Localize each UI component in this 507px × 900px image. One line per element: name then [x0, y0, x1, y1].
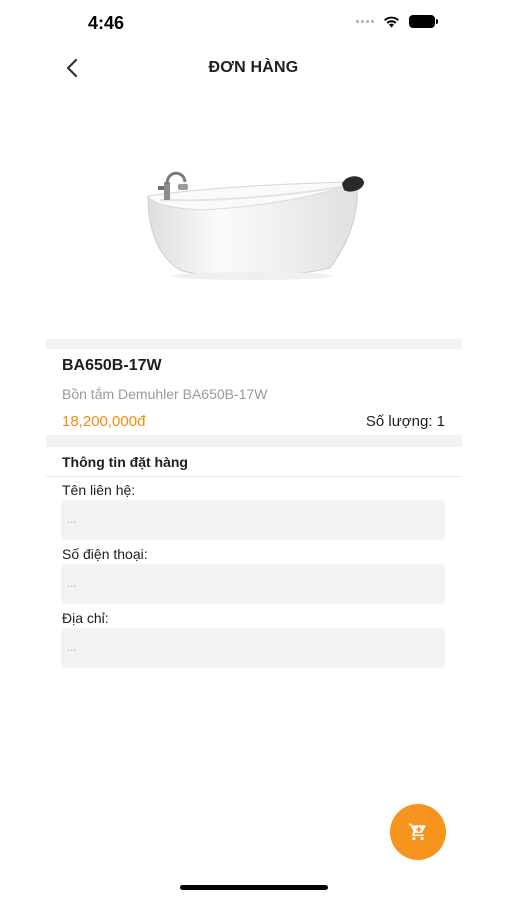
contact-name-label: Tên liên hệ: [62, 482, 136, 498]
product-quantity: Số lượng: 1 [365, 413, 445, 430]
signal-icon [356, 20, 374, 23]
nav-bar: ĐƠN HÀNG [0, 48, 507, 88]
product-info-card: BA650B-17W Bồn tắm Demuhler BA650B-17W 1… [46, 349, 462, 435]
product-price: 18,200,000đ [62, 413, 146, 430]
wifi-icon [384, 16, 399, 28]
bathtub-image [147, 171, 364, 280]
section-divider [46, 435, 462, 447]
product-code: BA650B-17W [62, 357, 162, 374]
home-indicator [180, 885, 328, 890]
address-input[interactable] [61, 628, 445, 668]
order-info-title: Thông tin đặt hàng [62, 454, 188, 470]
status-bar: 4:46 [0, 0, 507, 48]
cart-button[interactable] [390, 804, 446, 860]
battery-icon [409, 15, 438, 28]
address-label: Địa chỉ: [62, 610, 109, 626]
section-line [46, 476, 462, 477]
phone-label: Số điện thoại: [62, 546, 148, 562]
status-time: 4:46 [88, 13, 125, 33]
phone-input[interactable] [61, 564, 445, 604]
status-icons [356, 15, 438, 28]
section-divider [46, 339, 462, 349]
contact-name-input[interactable] [61, 500, 445, 540]
cart-icon [408, 823, 426, 841]
product-name: Bồn tắm Demuhler BA650B-17W [62, 386, 268, 402]
page-title: ĐƠN HÀNG [208, 59, 299, 76]
